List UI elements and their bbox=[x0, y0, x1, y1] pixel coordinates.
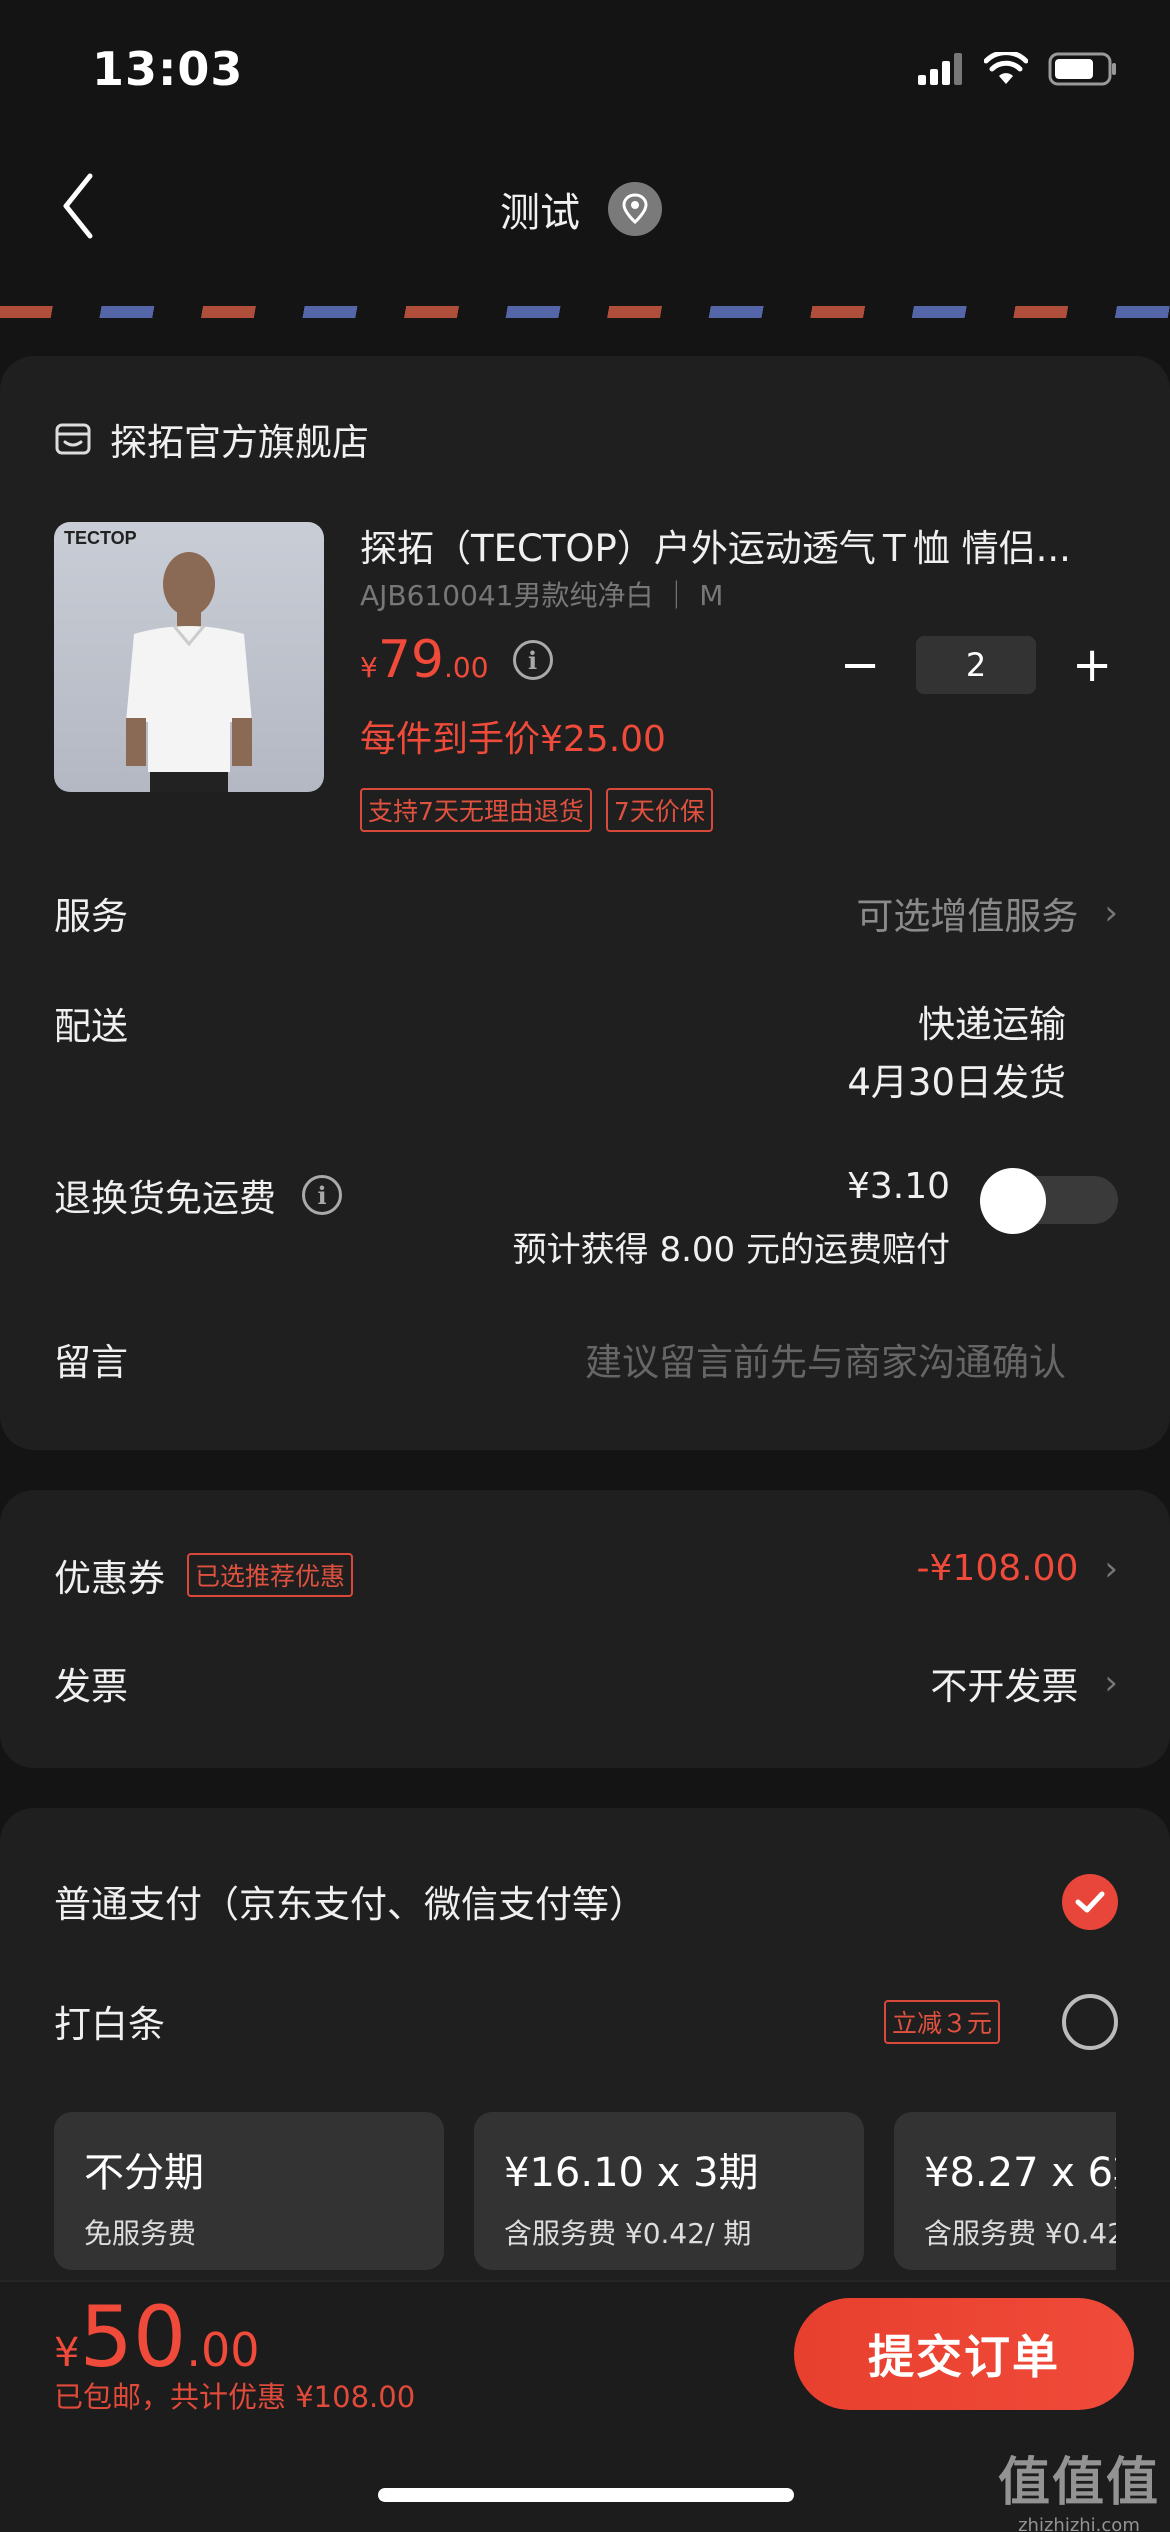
plan-sub: 含服务费 ¥0.42/ 期 bbox=[504, 2217, 752, 2250]
plan-option[interactable]: ¥8.27 x 6期 含服务费 ¥0.42/ 期 bbox=[894, 2112, 1116, 2270]
total-note: 已包邮，共计优惠 ¥108.00 bbox=[54, 2380, 416, 2414]
tag-return: 支持7天无理由退货 bbox=[360, 788, 592, 832]
watermark-small: zhizhizhi.com bbox=[1018, 2515, 1140, 2532]
pay-baitiao-radio[interactable] bbox=[1062, 1994, 1118, 2050]
coupon-badge: 已选推荐优惠 bbox=[187, 1553, 354, 1597]
total-symbol: ¥ bbox=[54, 2330, 80, 2376]
decrease-button[interactable]: − bbox=[840, 641, 880, 689]
plan-sub: 含服务费 ¥0.42/ 期 bbox=[924, 2217, 1116, 2250]
quantity-input[interactable]: 2 bbox=[916, 636, 1036, 694]
return-shipping-label-row: 退换货免运费 i bbox=[54, 1168, 342, 1222]
toggle-knob bbox=[980, 1168, 1046, 1234]
coupon-value: -¥108.00 bbox=[916, 1548, 1079, 1589]
chevron-right-icon: › bbox=[1104, 1548, 1118, 1589]
coupon-label-row: 优惠券 已选推荐优惠 bbox=[54, 1548, 354, 1602]
return-info-icon[interactable]: i bbox=[302, 1175, 342, 1215]
per-item-price: 每件到手价¥25.00 bbox=[360, 719, 666, 760]
delivery-value[interactable]: 快递运输 4月30日发货 bbox=[847, 996, 1066, 1112]
coupon-label: 优惠券 bbox=[54, 1557, 165, 1600]
quantity-stepper: − 2 + bbox=[840, 636, 1112, 694]
invoice-value: 不开发票 bbox=[930, 1665, 1079, 1708]
service-value: 可选增值服务 bbox=[856, 895, 1079, 938]
return-shipping-price: ¥3.10 bbox=[846, 1166, 950, 1207]
product-spec: AJB610041男款纯净白 ｜ M bbox=[360, 579, 724, 612]
watermark: 值值值 zhizhizhi.com bbox=[998, 2440, 1160, 2532]
message-input[interactable]: 建议留言前先与商家沟通确认 bbox=[585, 1332, 1066, 1386]
submit-order-button[interactable]: 提交订单 bbox=[794, 2298, 1134, 2410]
plan-title: ¥8.27 x 6期 bbox=[924, 2150, 1116, 2196]
invoice-row[interactable]: 不开发票 › bbox=[930, 1656, 1118, 1710]
product-image[interactable]: TECTOP bbox=[54, 522, 324, 792]
wifi-icon bbox=[984, 52, 1028, 84]
total-integer: 50 bbox=[79, 2288, 187, 2386]
page-title: 测试 bbox=[500, 190, 580, 236]
product-price: ¥ 79 .00 i bbox=[360, 630, 553, 690]
plan-option[interactable]: ¥16.10 x 3期 含服务费 ¥0.42/ 期 bbox=[474, 2112, 864, 2270]
message-label: 留言 bbox=[54, 1341, 128, 1384]
delivery-method: 快递运输 bbox=[918, 1003, 1066, 1046]
chevron-right-icon: › bbox=[1104, 1663, 1118, 1703]
total-price: ¥ 50 .00 bbox=[54, 2288, 260, 2386]
pay-normal-check-icon[interactable] bbox=[1062, 1874, 1118, 1930]
coupon-row[interactable]: -¥108.00 › bbox=[917, 1548, 1118, 1589]
chevron-right-icon: › bbox=[1104, 893, 1118, 933]
status-time: 13:03 bbox=[92, 42, 244, 96]
discount-card bbox=[0, 1490, 1170, 1768]
back-icon[interactable] bbox=[58, 172, 98, 240]
service-label: 服务 bbox=[54, 895, 128, 938]
product-title[interactable]: 探拓（TECTOP）户外运动透气Ｔ恤 情侣... bbox=[360, 518, 1120, 572]
plan-option[interactable]: 不分期 免服务费 bbox=[54, 2112, 444, 2270]
store-icon bbox=[55, 423, 91, 455]
signal-icon bbox=[918, 53, 962, 85]
store-name: 探拓官方旗舰店 bbox=[110, 421, 369, 464]
tag-price-protect: 7天价保 bbox=[605, 788, 713, 832]
return-shipping-label: 退换货免运费 bbox=[54, 1177, 276, 1220]
home-indicator[interactable] bbox=[378, 2488, 794, 2502]
product-tags: 支持7天无理由退货 7天价保 bbox=[360, 788, 713, 832]
increase-button[interactable]: + bbox=[1072, 641, 1112, 689]
watermark-big: 值值值 bbox=[997, 2453, 1160, 2513]
total-decimal: .00 bbox=[186, 2323, 260, 2377]
service-row[interactable]: 可选增值服务 › bbox=[856, 886, 1118, 940]
plan-title: ¥16.10 x 3期 bbox=[504, 2150, 759, 2196]
price-symbol: ¥ bbox=[360, 651, 378, 684]
plan-title: 不分期 bbox=[84, 2150, 204, 2196]
envelope-stripe bbox=[0, 306, 1170, 318]
return-shipping-note: 预计获得 8.00 元的运费赔付 bbox=[512, 1230, 950, 1270]
location-pin-icon[interactable] bbox=[608, 182, 662, 236]
pay-normal-label[interactable]: 普通支付（京东支付、微信支付等） bbox=[54, 1874, 646, 1928]
plan-sub: 免服务费 bbox=[84, 2217, 197, 2250]
invoice-label: 发票 bbox=[54, 1665, 128, 1708]
delivery-label: 配送 bbox=[54, 1005, 128, 1048]
status-icons bbox=[918, 52, 1118, 86]
price-info-icon[interactable]: i bbox=[512, 640, 553, 680]
delivery-date: 4月30日发货 bbox=[847, 1061, 1066, 1104]
battery-icon bbox=[1048, 52, 1116, 86]
return-shipping-toggle[interactable] bbox=[980, 1168, 1118, 1234]
pay-baitiao-label[interactable]: 打白条 bbox=[54, 1994, 165, 2048]
price-integer: 79 bbox=[377, 630, 444, 690]
nav-title-group[interactable]: 测试 bbox=[500, 180, 662, 238]
price-decimal: .00 bbox=[444, 651, 489, 684]
store-header[interactable]: 探拓官方旗舰店 bbox=[54, 412, 369, 466]
baitiao-badge: 立减３元 bbox=[884, 2000, 1001, 2044]
